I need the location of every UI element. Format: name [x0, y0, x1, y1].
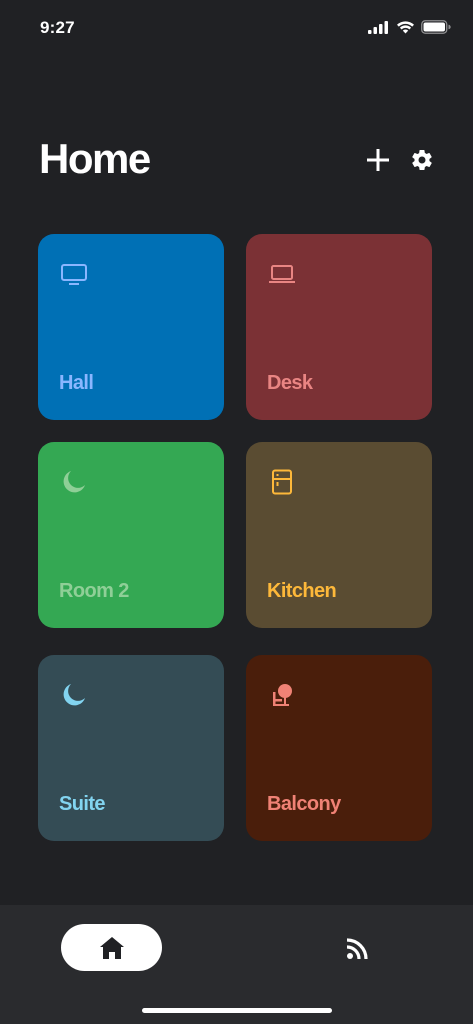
tile-label: Kitchen — [267, 580, 337, 602]
nav-feed-button[interactable] — [338, 931, 378, 965]
tile-label: Balcony — [267, 793, 341, 815]
moon-icon — [60, 681, 88, 709]
fridge-icon — [268, 468, 296, 496]
bottom-nav — [0, 905, 473, 1024]
header-actions — [365, 146, 435, 174]
laptop-icon — [268, 260, 296, 288]
room-tile-desk[interactable]: Desk — [246, 234, 432, 420]
wifi-icon — [397, 21, 414, 34]
tile-label: Suite — [59, 793, 106, 815]
tv-icon — [60, 260, 88, 288]
cellular-signal-icon — [368, 20, 388, 34]
nav-home-button[interactable] — [61, 924, 162, 971]
tile-label: Room 2 — [59, 580, 129, 602]
tile-label: Desk — [267, 372, 313, 394]
tile-label: Hall — [59, 372, 94, 394]
page-title: Home — [39, 135, 151, 182]
home-indicator — [142, 1008, 332, 1013]
moon-icon — [60, 468, 88, 496]
gear-icon — [412, 150, 432, 171]
battery-icon — [421, 20, 451, 34]
room-tile-kitchen[interactable]: Kitchen — [246, 442, 432, 628]
settings-button[interactable] — [409, 146, 435, 174]
feed-icon — [346, 938, 368, 960]
room-tile-hall[interactable]: Hall — [38, 234, 224, 420]
plus-icon — [367, 149, 389, 171]
outdoor-icon — [268, 681, 296, 709]
status-time: 9:27 — [40, 18, 75, 37]
room-tile-balcony[interactable]: Balcony — [246, 655, 432, 841]
room-tile-suite[interactable]: Suite — [38, 655, 224, 841]
home-icon — [99, 936, 124, 959]
status-icons — [368, 20, 451, 34]
status-bar: 9:27 — [0, 0, 473, 58]
add-button[interactable] — [365, 146, 391, 174]
room-tile-room-2[interactable]: Room 2 — [38, 442, 224, 628]
